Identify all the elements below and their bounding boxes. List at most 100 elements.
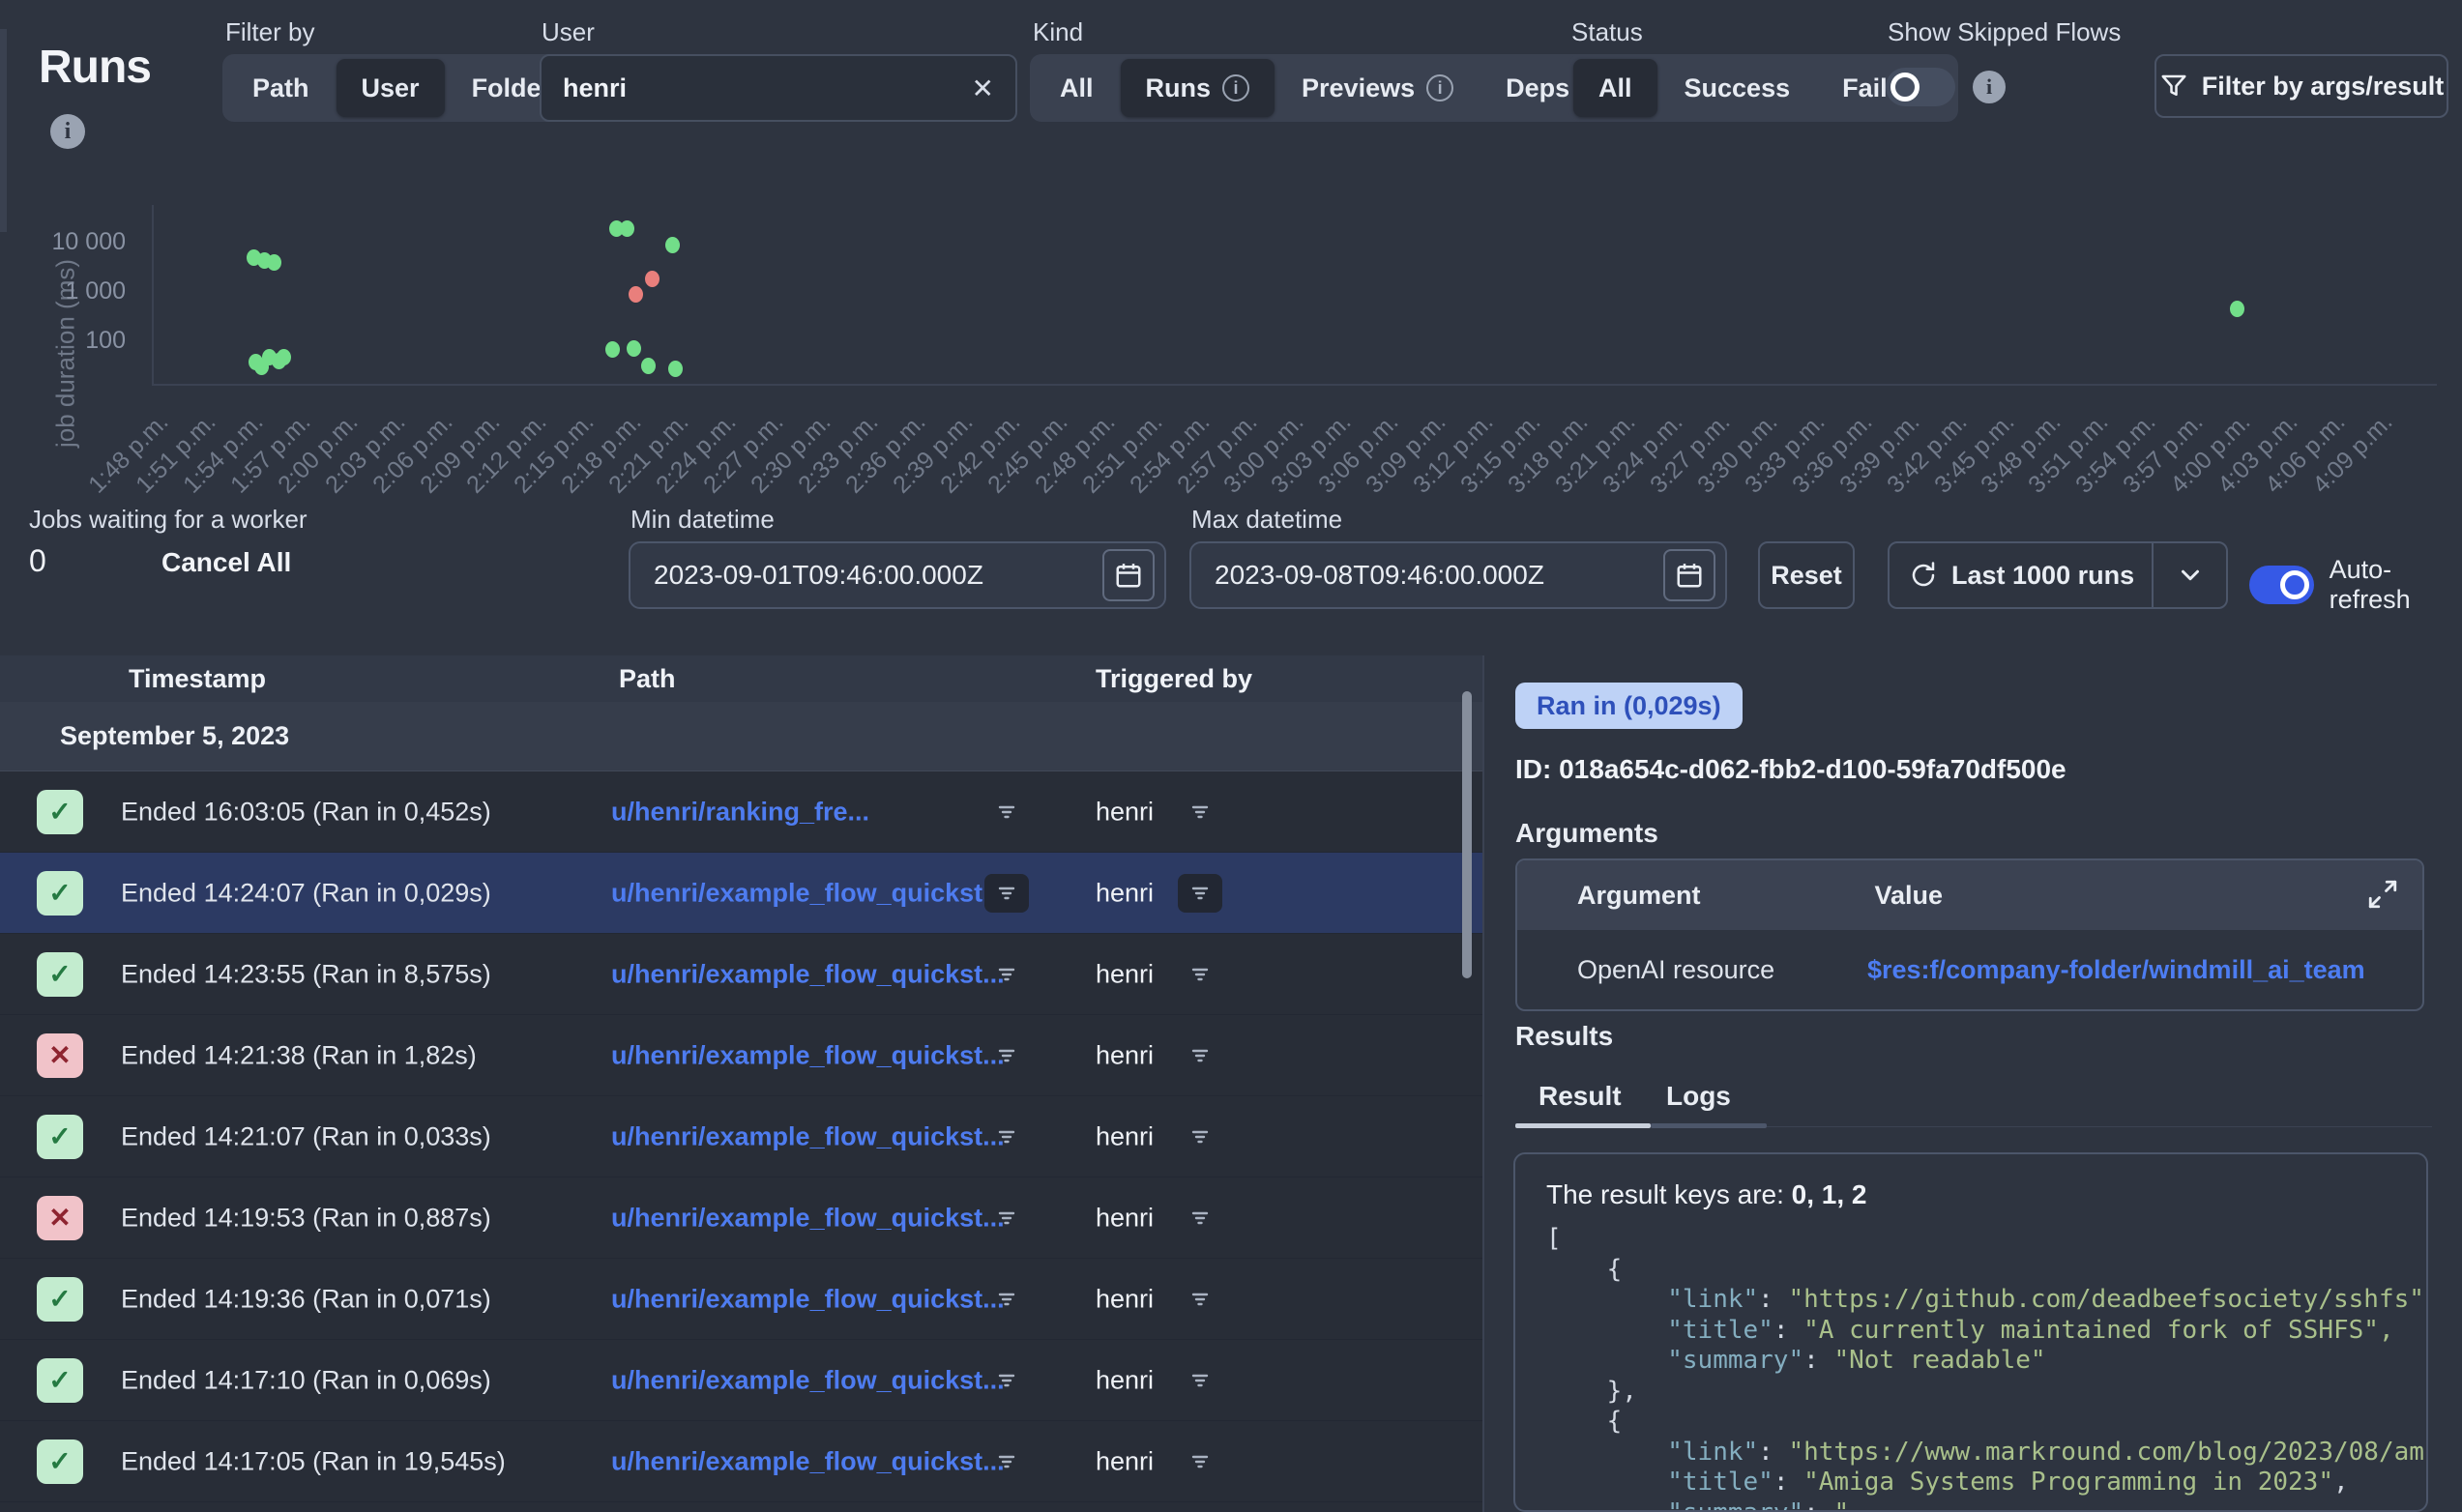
tab-logs[interactable]: Logs xyxy=(1666,1081,1731,1112)
max-calendar-icon[interactable] xyxy=(1663,549,1715,601)
run-timestamp: Ended 14:17:10 (Ran in 0,069s) xyxy=(121,1365,491,1395)
runs-count-select[interactable]: Last 1000 runs xyxy=(1888,541,2228,609)
segment-option-previews[interactable]: Previewsi xyxy=(1276,59,1479,117)
funnel-icon xyxy=(2159,72,2188,101)
filter-by-path-icon[interactable] xyxy=(984,1118,1029,1156)
page-title: Runs xyxy=(39,41,151,94)
segment-option-path[interactable]: Path xyxy=(227,59,335,117)
table-row[interactable]: ✕Ended 14:19:53 (Ran in 0,887s)u/henri/e… xyxy=(0,1178,1482,1259)
show-skipped-toggle[interactable] xyxy=(1886,68,1955,106)
filter-by-path-icon[interactable] xyxy=(984,793,1029,831)
segment-option-runs[interactable]: Runsi xyxy=(1121,59,1275,117)
min-calendar-icon[interactable] xyxy=(1102,549,1155,601)
tab-result[interactable]: Result xyxy=(1539,1081,1622,1112)
y-tick-label: 1 000 xyxy=(10,276,126,305)
json-indent xyxy=(1546,1316,1667,1345)
table-row[interactable]: ✓Ended 14:24:07 (Ran in 0,029s)u/henri/e… xyxy=(0,853,1482,934)
show-skipped-info-icon[interactable]: i xyxy=(1973,71,2006,103)
segment-option-label: All xyxy=(1060,73,1094,103)
run-timestamp: Ended 14:21:38 (Ran in 1,82s) xyxy=(121,1040,477,1070)
table-row[interactable]: ✕Ended 14:21:38 (Ran in 1,82s)u/henri/ex… xyxy=(0,1015,1482,1096)
column-triggered-by: Triggered by xyxy=(1096,664,1252,694)
filter-by-path-icon[interactable] xyxy=(984,1442,1029,1481)
json-indent xyxy=(1546,1438,1667,1467)
filter-by-user-icon[interactable] xyxy=(1178,874,1222,913)
table-scrollbar[interactable] xyxy=(1462,691,1472,978)
json-key: "summary" xyxy=(1667,1346,1803,1375)
filter-by-user-icon[interactable] xyxy=(1178,1036,1222,1075)
run-path-link[interactable]: u/henri/example_flow_quickst... xyxy=(611,1446,1005,1476)
reset-button[interactable]: Reset xyxy=(1758,541,1855,609)
argument-value-link[interactable]: $res:f/company-folder/windmill_ai_team xyxy=(1867,955,2365,985)
success-check-icon: ✓ xyxy=(37,952,83,997)
run-timestamp: Ended 14:19:36 (Ran in 0,071s) xyxy=(121,1284,491,1314)
json-key: "link" xyxy=(1667,1438,1758,1467)
filter-by-path-icon[interactable] xyxy=(984,955,1029,994)
result-intro: The result keys are: 0, 1, 2 xyxy=(1546,1179,2426,1210)
run-path-link[interactable]: u/henri/example_flow_quickst... xyxy=(611,1203,1005,1233)
date-group-row: September 5, 2023 xyxy=(0,702,1482,771)
runs-info-icon[interactable]: i xyxy=(50,114,85,149)
table-row[interactable]: ✓Ended 14:21:07 (Ran in 0,033s)u/henri/e… xyxy=(0,1096,1482,1178)
run-path-link[interactable]: u/henri/ranking_fre... xyxy=(611,797,869,827)
run-path-link[interactable]: u/henri/example_flow_quickst... xyxy=(611,878,1005,908)
filter-by-user-icon[interactable] xyxy=(1178,1199,1222,1237)
run-path-link[interactable]: u/henri/example_flow_quickst... xyxy=(611,959,1005,989)
runs-table: Timestamp Path Triggered by September 5,… xyxy=(0,655,1482,1512)
cancel-all-button[interactable]: Cancel All xyxy=(161,547,291,578)
column-path: Path xyxy=(619,664,676,694)
segment-option-user[interactable]: User xyxy=(337,59,445,117)
max-datetime-input[interactable]: 2023-09-08T09:46:00.000Z xyxy=(1189,541,1727,609)
run-path-link[interactable]: u/henri/example_flow_quickst... xyxy=(611,1365,1005,1395)
filter-by-path-icon[interactable] xyxy=(984,874,1029,913)
json-punct: : xyxy=(1758,1438,1788,1467)
chevron-down-icon xyxy=(2176,561,2205,590)
filter-by-user-icon[interactable] xyxy=(1178,1442,1222,1481)
success-check-icon: ✓ xyxy=(37,1115,83,1159)
user-filter-value: henri xyxy=(563,73,972,103)
min-datetime-input[interactable]: 2023-09-01T09:46:00.000Z xyxy=(629,541,1166,609)
info-icon: i xyxy=(1222,74,1249,102)
segment-option-all[interactable]: All xyxy=(1035,59,1119,117)
filter-by-path-icon[interactable] xyxy=(984,1199,1029,1237)
segment-option-label: Runs xyxy=(1146,73,1212,103)
jobs-waiting-label: Jobs waiting for a worker xyxy=(29,505,308,535)
filter-by-user-icon[interactable] xyxy=(1178,1118,1222,1156)
filter-by-path-icon[interactable] xyxy=(984,1280,1029,1319)
filter-by-user-icon[interactable] xyxy=(1178,955,1222,994)
run-path-link[interactable]: u/henri/example_flow_quickst... xyxy=(611,1121,1005,1151)
table-row[interactable]: ✓Ended 14:17:05 (Ran in 19,545s)u/henri/… xyxy=(0,1421,1482,1502)
autorefresh-toggle[interactable] xyxy=(2249,566,2314,604)
segment-option-success[interactable]: Success xyxy=(1659,59,1816,117)
filter-by-user-icon[interactable] xyxy=(1178,1280,1222,1319)
expand-icon[interactable] xyxy=(2366,878,2399,911)
segment-option-all[interactable]: All xyxy=(1573,59,1657,117)
table-row[interactable]: ✓Ended 16:03:05 (Ran in 0,452s)u/henri/r… xyxy=(0,771,1482,853)
json-indent xyxy=(1546,1468,1667,1497)
filter-args-button[interactable]: Filter by args/result xyxy=(2154,54,2448,118)
filter-by-user-icon[interactable] xyxy=(1178,793,1222,831)
data-point-success xyxy=(627,340,641,357)
table-row[interactable]: ✓Ended 14:19:36 (Ran in 0,071s)u/henri/e… xyxy=(0,1259,1482,1340)
table-row[interactable]: ✓Ended 14:17:10 (Ran in 0,069s)u/henri/e… xyxy=(0,1340,1482,1421)
data-point-success xyxy=(620,220,634,237)
filter-by-user-icon[interactable] xyxy=(1178,1361,1222,1400)
json-key: "link" xyxy=(1667,1285,1758,1314)
filter-by-path-icon[interactable] xyxy=(984,1036,1029,1075)
json-punct: [ xyxy=(1546,1224,1562,1253)
success-check-icon: ✓ xyxy=(37,790,83,834)
run-path-link[interactable]: u/henri/example_flow_quickst... xyxy=(611,1284,1005,1314)
filter-by-segmented: PathUserFolder xyxy=(222,54,581,122)
clear-user-icon[interactable]: ✕ xyxy=(972,73,994,104)
run-path-link[interactable]: u/henri/example_flow_quickst... xyxy=(611,1040,1005,1070)
min-datetime-value: 2023-09-01T09:46:00.000Z xyxy=(654,560,1102,591)
filter-by-path-icon[interactable] xyxy=(984,1361,1029,1400)
table-row[interactable]: ✓Ended 14:23:55 (Ran in 8,575s)u/henri/e… xyxy=(0,934,1482,1015)
user-filter-input[interactable]: henri ✕ xyxy=(540,54,1017,122)
run-timestamp: Ended 14:24:07 (Ran in 0,029s) xyxy=(121,878,491,908)
result-viewer: The result keys are: 0, 1, 2 [ { "link":… xyxy=(1513,1152,2428,1512)
json-punct: : xyxy=(1758,1285,1788,1314)
json-punct: , xyxy=(2333,1468,2349,1497)
run-triggered-by: henri xyxy=(1096,1365,1154,1395)
logs-tab-indicator xyxy=(1651,1123,1767,1128)
